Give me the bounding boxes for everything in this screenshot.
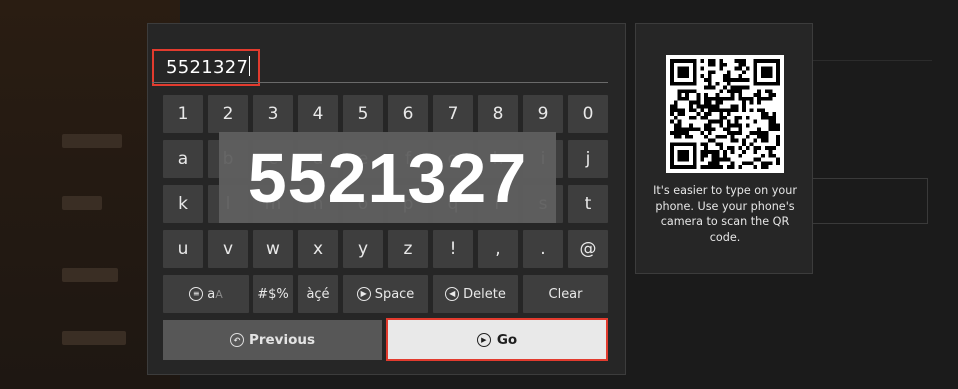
clear-key[interactable]: Clear <box>523 275 608 313</box>
key-0-6[interactable]: 7 <box>433 95 473 133</box>
previous-button[interactable]: ↶ Previous <box>163 320 382 360</box>
code-overlay: 5521327 <box>219 132 556 223</box>
input-underline <box>152 82 608 83</box>
go-button[interactable]: ▶ Go <box>386 318 608 361</box>
background-item <box>62 268 118 282</box>
rewind-icon: ◀ <box>445 287 460 301</box>
background-item <box>62 331 126 345</box>
key-0-0[interactable]: 1 <box>163 95 203 133</box>
clear-label: Clear <box>548 286 583 302</box>
key-3-8[interactable]: . <box>523 230 563 268</box>
background-item <box>62 134 122 148</box>
case-toggle-key[interactable]: ≡ aA <box>163 275 249 313</box>
keyboard-dialog: 5521327 1234567890abcdefghijklmnopqrstuv… <box>147 23 626 375</box>
key-0-3[interactable]: 4 <box>298 95 338 133</box>
key-1-0[interactable]: a <box>163 140 203 178</box>
input-value: 5521327 <box>166 57 249 78</box>
key-3-9[interactable]: @ <box>568 230 608 268</box>
qr-code <box>666 55 784 173</box>
text-caret <box>249 56 251 76</box>
back-icon: ↶ <box>229 333 244 347</box>
play-pause-icon: ▶ <box>476 332 491 347</box>
qr-instructions: It's easier to type on your phone. Use y… <box>653 184 797 244</box>
key-2-9[interactable]: t <box>568 185 608 223</box>
qr-panel: It's easier to type on your phone. Use y… <box>635 23 813 274</box>
key-0-5[interactable]: 6 <box>388 95 428 133</box>
case-label-alt: A <box>215 287 223 301</box>
menu-icon: ≡ <box>189 287 204 301</box>
key-3-0[interactable]: u <box>163 230 203 268</box>
key-3-4[interactable]: y <box>343 230 383 268</box>
case-label: a <box>207 286 216 302</box>
accents-label: àçé <box>306 286 330 302</box>
symbols-key[interactable]: #$% <box>253 275 293 313</box>
key-2-0[interactable]: k <box>163 185 203 223</box>
key-0-8[interactable]: 9 <box>523 95 563 133</box>
background-divider <box>812 60 932 61</box>
key-0-1[interactable]: 2 <box>208 95 248 133</box>
space-key[interactable]: ▶ Space <box>343 275 428 313</box>
key-3-2[interactable]: w <box>253 230 293 268</box>
key-1-9[interactable]: j <box>568 140 608 178</box>
key-3-6[interactable]: ! <box>433 230 473 268</box>
key-3-3[interactable]: x <box>298 230 338 268</box>
symbols-label: #$% <box>257 286 289 302</box>
background-item <box>62 196 102 210</box>
key-3-5[interactable]: z <box>388 230 428 268</box>
key-0-7[interactable]: 8 <box>478 95 518 133</box>
accents-key[interactable]: àçé <box>298 275 338 313</box>
key-0-9[interactable]: 0 <box>568 95 608 133</box>
delete-key[interactable]: ◀ Delete <box>433 275 518 313</box>
key-3-1[interactable]: v <box>208 230 248 268</box>
key-0-2[interactable]: 3 <box>253 95 293 133</box>
fast-forward-icon: ▶ <box>356 287 371 301</box>
previous-label: Previous <box>248 332 316 348</box>
key-3-7[interactable]: , <box>478 230 518 268</box>
delete-label: Delete <box>463 286 506 302</box>
text-input[interactable]: 5521327 <box>152 49 260 86</box>
go-label: Go <box>496 331 518 348</box>
background-panel <box>812 178 928 224</box>
qr-code-icon <box>670 59 780 169</box>
space-label: Space <box>374 286 415 302</box>
key-0-4[interactable]: 5 <box>343 95 383 133</box>
